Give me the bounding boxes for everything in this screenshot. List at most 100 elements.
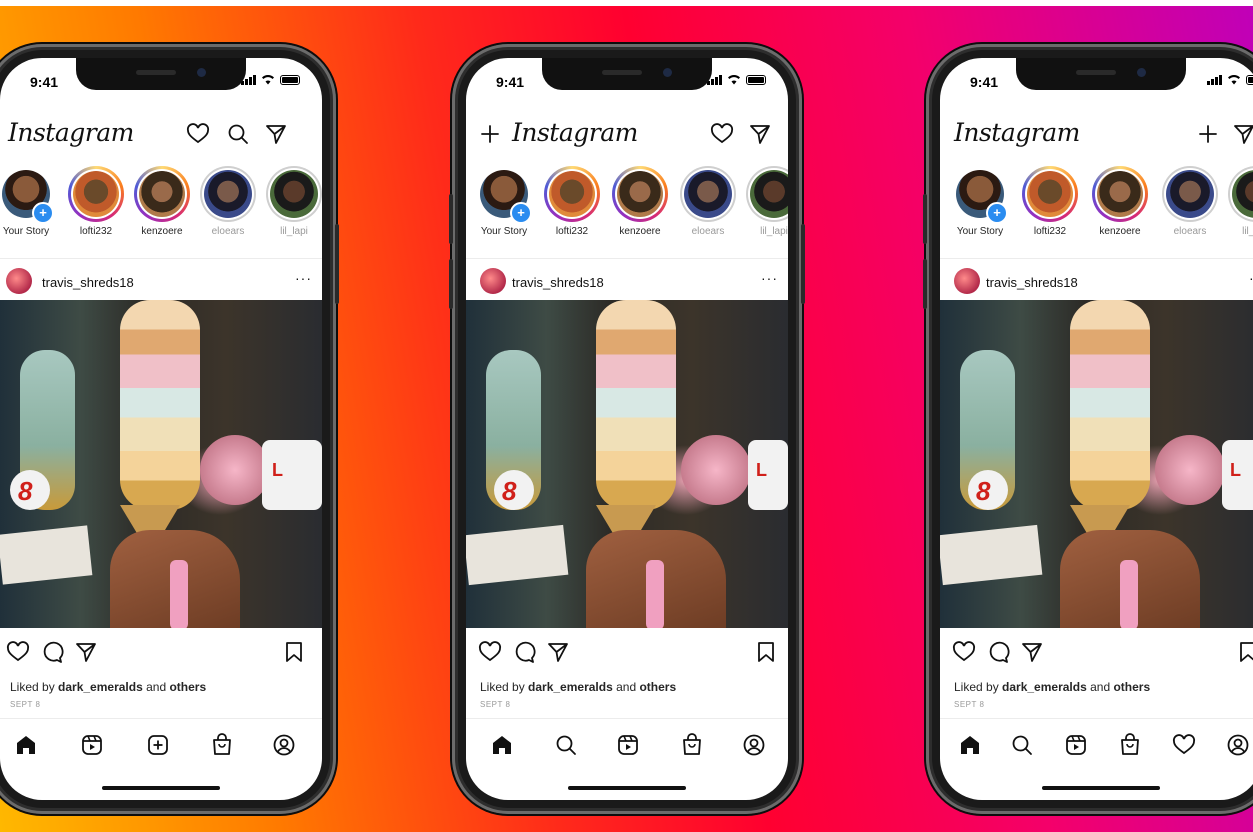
share-icon[interactable] (546, 640, 570, 664)
post-header: travis_shreds18 ··· (466, 264, 788, 300)
story-item[interactable]: kenzoere (130, 166, 194, 237)
story-item[interactable]: lofti232 (540, 166, 604, 237)
bookmark-icon[interactable] (1236, 640, 1253, 664)
avatar (73, 171, 119, 217)
direct-icon[interactable] (748, 122, 772, 146)
home-icon[interactable] (14, 733, 38, 757)
more-options-icon[interactable]: ··· (761, 270, 778, 286)
liked-user-link[interactable]: dark_emeralds (528, 680, 613, 694)
reels-icon[interactable] (616, 733, 640, 757)
post-username[interactable]: travis_shreds18 (42, 275, 134, 290)
comment-icon[interactable] (986, 640, 1010, 664)
shop-icon[interactable] (1118, 733, 1142, 757)
post-image[interactable]: 8 L (466, 300, 788, 628)
profile-icon[interactable] (742, 733, 766, 757)
story-label: eloears (691, 226, 725, 237)
liked-others-link[interactable]: others (639, 680, 676, 694)
profile-icon[interactable] (272, 733, 296, 757)
liked-others-link[interactable]: others (169, 680, 206, 694)
post-username[interactable]: travis_shreds18 (986, 275, 1078, 290)
story-item[interactable]: lil_lapi (1224, 166, 1253, 237)
add-story-icon[interactable]: + (510, 202, 532, 224)
post-image[interactable]: 8 L (0, 300, 322, 628)
story-item[interactable]: + Your Story (0, 166, 58, 237)
story-item[interactable]: lil_lapi (742, 166, 788, 237)
post-avatar[interactable] (954, 268, 980, 294)
reels-icon[interactable] (80, 733, 104, 757)
story-label: Your Story (480, 226, 528, 237)
story-item[interactable]: eloears (196, 166, 260, 237)
heart-icon[interactable] (1172, 733, 1196, 757)
status-time: 9:41 (30, 74, 59, 90)
add-story-icon[interactable]: + (986, 202, 1008, 224)
profile-icon[interactable] (1226, 733, 1250, 757)
tab-bar (940, 718, 1253, 769)
wifi-icon (728, 75, 740, 85)
story-item[interactable]: lofti232 (64, 166, 128, 237)
more-options-icon[interactable]: ··· (295, 270, 312, 286)
avatar (684, 170, 732, 218)
bookmark-icon[interactable] (282, 640, 306, 664)
comment-icon[interactable] (40, 640, 64, 664)
screen: 9:41 Instagram + Your Story lofti232 ken… (0, 58, 322, 800)
story-item[interactable]: eloears (676, 166, 740, 237)
share-icon[interactable] (74, 640, 98, 664)
story-item[interactable]: + Your Story (472, 166, 536, 237)
heart-icon[interactable] (710, 122, 734, 146)
shop-icon[interactable] (210, 733, 234, 757)
post-username[interactable]: travis_shreds18 (512, 275, 604, 290)
post-header: travis_shreds18 ··· (0, 264, 322, 300)
search-icon[interactable] (226, 122, 250, 146)
story-label: Your Story (956, 226, 1004, 237)
home-indicator (568, 786, 686, 790)
home-icon[interactable] (490, 733, 514, 757)
avatar (139, 171, 185, 217)
direct-icon[interactable] (1232, 122, 1253, 146)
instagram-logo: Instagram (954, 118, 1080, 147)
search-icon[interactable] (554, 733, 578, 757)
reels-icon[interactable] (1064, 733, 1088, 757)
story-item[interactable]: lofti232 (1018, 166, 1082, 237)
post-image[interactable]: 8 L (940, 300, 1253, 628)
shop-icon[interactable] (680, 733, 704, 757)
post-avatar[interactable] (6, 268, 32, 294)
direct-icon[interactable] (264, 122, 288, 146)
story-item[interactable]: eloears (1158, 166, 1222, 237)
like-icon[interactable] (952, 640, 976, 664)
comment-icon[interactable] (512, 640, 536, 664)
story-label: lil_lapi (280, 226, 308, 237)
avatar (204, 170, 252, 218)
like-icon[interactable] (478, 640, 502, 664)
create-icon[interactable] (146, 733, 170, 757)
battery-icon (746, 74, 766, 85)
wifi-icon (1228, 75, 1240, 85)
post-avatar[interactable] (480, 268, 506, 294)
liked-others-link[interactable]: others (1113, 680, 1150, 694)
create-icon[interactable] (478, 122, 502, 146)
story-item[interactable]: kenzoere (608, 166, 672, 237)
liked-user-link[interactable]: dark_emeralds (58, 680, 143, 694)
liked-user-link[interactable]: dark_emeralds (1002, 680, 1087, 694)
post-actions (466, 638, 788, 668)
notch (1016, 58, 1186, 90)
like-icon[interactable] (6, 640, 30, 664)
create-icon[interactable] (1196, 122, 1220, 146)
story-item[interactable]: kenzoere (1088, 166, 1152, 237)
bookmark-icon[interactable] (754, 640, 778, 664)
share-icon[interactable] (1020, 640, 1044, 664)
divider (0, 258, 322, 259)
phone-3: 9:41 Instagram + Your Story lofti232 ken… (923, 44, 1253, 814)
story-label: lil_lapi (760, 226, 788, 237)
story-item[interactable]: lil_lapi (262, 166, 322, 237)
story-item[interactable]: + Your Story (948, 166, 1012, 237)
heart-icon[interactable] (186, 122, 210, 146)
search-icon[interactable] (1010, 733, 1034, 757)
add-story-icon[interactable]: + (32, 202, 54, 224)
story-label: lofti232 (555, 226, 589, 237)
home-icon[interactable] (958, 733, 982, 757)
tab-bar (466, 718, 788, 769)
story-label: eloears (211, 226, 245, 237)
signal-icon (1207, 74, 1222, 85)
notch (76, 58, 246, 90)
more-options-icon[interactable]: ··· (1249, 270, 1253, 286)
